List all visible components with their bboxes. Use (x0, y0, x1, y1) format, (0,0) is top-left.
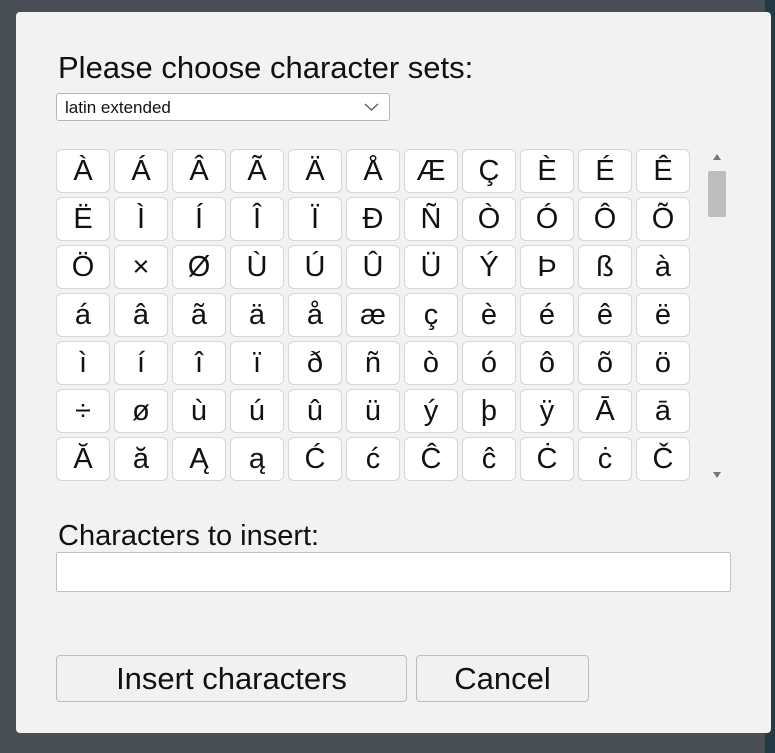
character-cell[interactable]: Á (114, 149, 168, 193)
character-grid-inner: À Á Â Ã Ä Å Æ Ç È É Ê Ë Ì Í Î Ï Ð Ñ Ò Ó Ô Õ Ö × Ø Ù Ú Û Ü Ý Þß à á â ã ä å æ ç… (56, 149, 690, 483)
character-grid-scrollbar[interactable] (706, 149, 728, 483)
character-cell[interactable]: Ċ (520, 437, 574, 481)
character-cell[interactable]: ä (230, 293, 284, 337)
character-cell[interactable]: â (114, 293, 168, 337)
character-cell[interactable]: Ç (462, 149, 516, 193)
character-cell[interactable]: ï (230, 341, 284, 385)
character-cell[interactable]: ĉ (462, 437, 516, 481)
dialog-title: Please choose character sets: (58, 50, 474, 85)
character-cell[interactable]: Ą (172, 437, 226, 481)
character-cell[interactable]: Ù (230, 245, 284, 289)
character-cell[interactable]: ą (230, 437, 284, 481)
character-cell[interactable]: Ø (172, 245, 226, 289)
character-cell[interactable]: Õ (636, 197, 690, 241)
character-cell[interactable]: ô (520, 341, 574, 385)
character-cell[interactable]: ý (404, 389, 458, 433)
character-cell[interactable]: Č (636, 437, 690, 481)
character-cell[interactable]: Ä (288, 149, 342, 193)
character-cell[interactable]: Ć (288, 437, 342, 481)
insert-characters-input[interactable] (56, 552, 731, 592)
character-cell[interactable]: ÷ (56, 389, 110, 433)
character-cell[interactable]: û (288, 389, 342, 433)
character-cell[interactable]: ā (636, 389, 690, 433)
character-cell[interactable]: Ó (520, 197, 574, 241)
character-cell[interactable]: ü (346, 389, 400, 433)
character-cell[interactable]: Å (346, 149, 400, 193)
character-cell[interactable]: Ñ (404, 197, 458, 241)
character-cell[interactable]: Ê (636, 149, 690, 193)
character-cell[interactable]: Ă (56, 437, 110, 481)
character-cell[interactable]: É (578, 149, 632, 193)
character-cell[interactable]: ö (636, 341, 690, 385)
scroll-down-arrow-icon[interactable] (712, 471, 722, 479)
character-cell[interactable]: î (172, 341, 226, 385)
character-cell[interactable]: ÿ (520, 389, 574, 433)
character-cell[interactable]: Æ (404, 149, 458, 193)
character-cell[interactable]: Û (346, 245, 400, 289)
character-cell[interactable]: æ (346, 293, 400, 337)
character-cell[interactable]: ã (172, 293, 226, 337)
character-cell[interactable]: È (520, 149, 574, 193)
character-cell[interactable]: Þ (520, 245, 574, 289)
character-cell[interactable]: Ò (462, 197, 516, 241)
character-cell[interactable]: Ĉ (404, 437, 458, 481)
character-cell[interactable]: Ë (56, 197, 110, 241)
character-cell[interactable]: í (114, 341, 168, 385)
character-cell[interactable]: Ý (462, 245, 516, 289)
character-cell[interactable]: Ð (346, 197, 400, 241)
character-cell[interactable]: ù (172, 389, 226, 433)
insert-characters-button[interactable]: Insert characters (56, 655, 407, 702)
character-cell[interactable]: Â (172, 149, 226, 193)
character-cell[interactable]: Ö (56, 245, 110, 289)
character-cell[interactable]: Ï (288, 197, 342, 241)
character-cell[interactable]: á (56, 293, 110, 337)
character-cell[interactable]: Í (172, 197, 226, 241)
character-cell[interactable]: ċ (578, 437, 632, 481)
character-cell[interactable]: à (636, 245, 690, 289)
character-cell[interactable]: ð (288, 341, 342, 385)
character-cell[interactable]: Ã (230, 149, 284, 193)
character-cell[interactable]: é (520, 293, 574, 337)
character-cell[interactable]: Ì (114, 197, 168, 241)
character-cell[interactable]: Ú (288, 245, 342, 289)
character-grid: À Á Â Ã Ä Å Æ Ç È É Ê Ë Ì Í Î Ï Ð Ñ Ò Ó Ô Õ Ö × Ø Ù Ú Û Ü Ý Þß à á â ã ä å æ ç… (56, 149, 719, 483)
character-cell[interactable]: ß (578, 245, 632, 289)
character-cell[interactable]: Ô (578, 197, 632, 241)
character-cell[interactable]: ê (578, 293, 632, 337)
scroll-up-arrow-icon[interactable] (712, 153, 722, 161)
insert-label: Characters to insert: (58, 520, 320, 552)
character-cell[interactable]: Ā (578, 389, 632, 433)
character-cell[interactable]: ò (404, 341, 458, 385)
character-cell[interactable]: × (114, 245, 168, 289)
cancel-button[interactable]: Cancel (416, 655, 589, 702)
character-cell[interactable]: Ü (404, 245, 458, 289)
character-cell[interactable]: ç (404, 293, 458, 337)
character-cell[interactable]: þ (462, 389, 516, 433)
character-cell[interactable]: å (288, 293, 342, 337)
scroll-thumb[interactable] (708, 171, 726, 217)
special-characters-dialog: Please choose character sets: latin exte… (16, 12, 771, 733)
character-cell[interactable]: ú (230, 389, 284, 433)
character-cell[interactable]: À (56, 149, 110, 193)
character-cell[interactable]: ë (636, 293, 690, 337)
character-cell[interactable]: è (462, 293, 516, 337)
charset-select-value: latin extended (65, 98, 171, 117)
charset-select[interactable]: latin extended (56, 93, 390, 121)
character-cell[interactable]: ó (462, 341, 516, 385)
character-cell[interactable]: Î (230, 197, 284, 241)
character-cell[interactable]: ø (114, 389, 168, 433)
chevron-down-icon (364, 103, 379, 111)
character-cell[interactable]: õ (578, 341, 632, 385)
character-cell[interactable]: ñ (346, 341, 400, 385)
character-cell[interactable]: ć (346, 437, 400, 481)
character-cell[interactable]: ă (114, 437, 168, 481)
character-cell[interactable]: ì (56, 341, 110, 385)
